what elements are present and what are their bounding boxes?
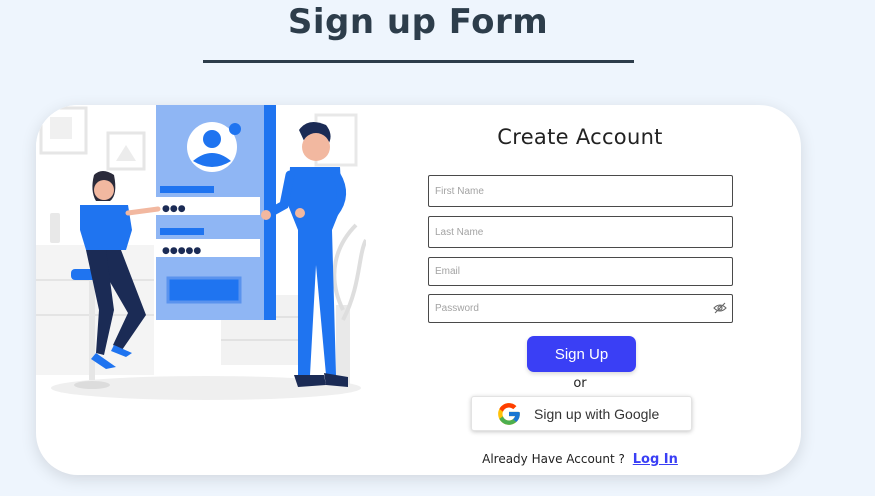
title-underline — [203, 60, 634, 63]
signup-button[interactable]: Sign Up — [527, 336, 636, 372]
signup-form: Create Account Sign Up or Sign up with G… — [424, 105, 736, 475]
form-heading: Create Account — [497, 125, 663, 149]
password-field-wrapper — [428, 294, 733, 323]
google-signup-label: Sign up with Google — [534, 405, 660, 422]
last-name-input[interactable] — [428, 216, 733, 248]
login-link[interactable]: Log In — [633, 452, 678, 467]
phone-panel-illustration: ●●● ●●●●● — [156, 105, 276, 320]
login-prompt-text: Already Have Account ? — [482, 452, 625, 466]
login-prompt: Already Have Account ? Log In — [424, 452, 736, 467]
signup-card: ●●● ●●●●● Create Account First Name Last… — [36, 105, 801, 475]
google-logo-icon — [498, 402, 520, 425]
google-signup-button[interactable]: Sign up with Google — [471, 396, 692, 431]
email-input[interactable] — [428, 257, 733, 286]
or-separator: or — [573, 376, 587, 391]
password-dots-2: ●●●●● — [162, 246, 201, 256]
eye-off-icon[interactable] — [713, 302, 727, 314]
password-input[interactable] — [428, 294, 733, 323]
signup-illustration: ●●● ●●●●● — [36, 105, 366, 405]
first-name-input[interactable] — [428, 175, 733, 207]
password-dots-1: ●●● — [162, 204, 186, 214]
page-title: Sign up Form — [287, 2, 549, 42]
